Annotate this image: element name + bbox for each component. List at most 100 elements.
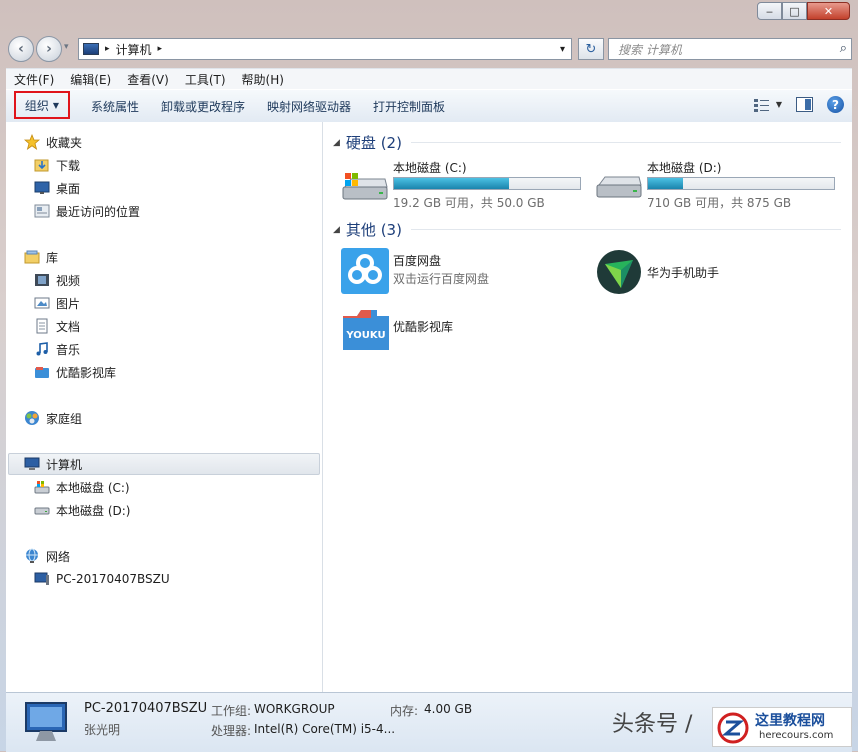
app-name: 优酷影视库 bbox=[393, 320, 454, 334]
navigation-bar: ‹ › ▾ ▸ 计算机 ▸ ▾ ↻ 搜索 计算机 ⌕ bbox=[6, 32, 852, 64]
search-input[interactable]: 搜索 计算机 ⌕ bbox=[608, 38, 852, 60]
watermark-logo-icon bbox=[717, 712, 749, 744]
nav-music[interactable]: 音乐 bbox=[34, 339, 80, 359]
network-computer-icon bbox=[34, 572, 49, 585]
breadcrumb-chevron-icon[interactable]: ▸ bbox=[158, 44, 163, 54]
minimize-button[interactable]: ‒ bbox=[757, 2, 782, 20]
usage-fill bbox=[648, 178, 684, 189]
dropdown-arrow-icon: ▼ bbox=[52, 100, 60, 110]
drive-icon bbox=[34, 507, 50, 515]
back-button[interactable]: ‹ bbox=[8, 36, 34, 62]
nav-documents[interactable]: 文档 bbox=[34, 316, 80, 336]
group-title: 其他 (3) bbox=[345, 221, 402, 239]
computer-large-icon bbox=[25, 702, 67, 741]
breadcrumb-computer[interactable]: 计算机 bbox=[116, 41, 152, 58]
nav-network-pc[interactable]: PC-20170407BSZU bbox=[34, 569, 170, 589]
address-dropdown-icon[interactable]: ▾ bbox=[560, 44, 565, 55]
drive-free-space: 710 GB 可用，共 875 GB bbox=[647, 196, 792, 210]
nav-label: 计算机 bbox=[46, 457, 83, 472]
watermark-left: 头条号 / bbox=[612, 712, 693, 737]
menu-view[interactable]: 查看(V) bbox=[119, 71, 177, 88]
open-control-panel-button[interactable]: 打开控制面板 bbox=[362, 90, 456, 122]
recent-places-icon bbox=[34, 204, 50, 218]
nav-downloads[interactable]: 下载 bbox=[34, 155, 80, 175]
nav-favorites[interactable]: 收藏夹 bbox=[24, 132, 82, 152]
menu-edit[interactable]: 编辑(E) bbox=[62, 71, 119, 88]
huawei-assistant-icon bbox=[597, 250, 641, 294]
view-dropdown-icon: ▼ bbox=[775, 100, 782, 109]
menu-file[interactable]: 文件(F) bbox=[6, 71, 62, 88]
recent-pages-dropdown-icon[interactable]: ▾ bbox=[64, 42, 69, 52]
video-icon bbox=[35, 274, 49, 286]
computer-icon bbox=[83, 43, 99, 55]
menu-help[interactable]: 帮助(H) bbox=[234, 71, 292, 88]
computer-name: PC-20170407BSZU bbox=[84, 701, 208, 716]
drive-d[interactable]: 本地磁盘 (D:) 710 GB 可用，共 875 GB bbox=[595, 159, 845, 213]
app-youku-library[interactable]: YOUKU 优酷影视库 bbox=[341, 306, 591, 354]
nav-label: 音乐 bbox=[56, 342, 81, 357]
caption-buttons: ‒ □ ✕ bbox=[757, 2, 850, 20]
uninstall-program-button[interactable]: 卸载或更改程序 bbox=[150, 90, 256, 122]
app-description: 双击运行百度网盘 bbox=[393, 272, 490, 286]
libraries-icon bbox=[24, 250, 40, 264]
toolbar-right: ▼ ? bbox=[753, 96, 844, 113]
nav-computer[interactable]: 计算机 bbox=[24, 454, 82, 474]
help-icon[interactable]: ? bbox=[827, 96, 844, 113]
refresh-button[interactable]: ↻ bbox=[578, 38, 604, 60]
organize-button[interactable]: 组织 ▼ bbox=[14, 91, 70, 119]
app-huawei-assistant[interactable]: 华为手机助手 bbox=[595, 248, 845, 296]
system-drive-icon bbox=[34, 481, 50, 494]
app-baidu-netdisk[interactable]: 百度网盘 双击运行百度网盘 bbox=[341, 248, 591, 296]
preview-pane-icon[interactable] bbox=[796, 97, 813, 112]
memory-value: 4.00 GB bbox=[424, 702, 473, 716]
star-icon bbox=[24, 134, 40, 150]
nav-label: 家庭组 bbox=[46, 411, 83, 426]
organize-label: 组织 bbox=[24, 98, 49, 113]
nav-youku-library[interactable]: 优酷影视库 bbox=[34, 362, 116, 382]
nav-network[interactable]: 网络 bbox=[24, 546, 70, 566]
map-network-drive-button[interactable]: 映射网络驱动器 bbox=[256, 90, 362, 122]
breadcrumb-separator-icon[interactable]: ▸ bbox=[105, 44, 110, 54]
desktop-icon bbox=[34, 181, 50, 194]
nav-label: 视频 bbox=[56, 273, 81, 288]
app-name: 华为手机助手 bbox=[647, 266, 720, 280]
address-bar[interactable]: ▸ 计算机 ▸ ▾ bbox=[78, 38, 572, 60]
nav-drive-d[interactable]: 本地磁盘 (D:) bbox=[34, 500, 130, 520]
nav-label: 文档 bbox=[56, 319, 81, 334]
nav-desktop[interactable]: 桌面 bbox=[34, 178, 80, 198]
close-button[interactable]: ✕ bbox=[807, 2, 850, 20]
forward-button[interactable]: › bbox=[36, 36, 62, 62]
search-icon[interactable]: ⌕ bbox=[840, 41, 847, 56]
search-placeholder: 搜索 计算机 bbox=[618, 42, 682, 57]
navigation-pane: 收藏夹 下载 桌面 最近访问的位置 库 视频 图片 文档 音乐 优酷影视库 家庭… bbox=[6, 122, 323, 692]
nav-recent-places[interactable]: 最近访问的位置 bbox=[34, 201, 140, 221]
user-name: 张光明 bbox=[84, 723, 121, 737]
explorer-window: ‒ □ ✕ ‹ › ▾ ▸ 计算机 ▸ ▾ ↻ 搜索 计算机 ⌕ 文件(F) 编… bbox=[0, 0, 858, 752]
maximize-button[interactable]: □ bbox=[782, 2, 807, 20]
memory-label: 内存: bbox=[390, 704, 419, 718]
content-pane: ◢ 硬盘 (2) 本地磁盘 (C:) 19.2 GB 可用，共 50.0 GB … bbox=[323, 122, 852, 692]
nav-label: 库 bbox=[46, 250, 59, 265]
drive-c[interactable]: 本地磁盘 (C:) 19.2 GB 可用，共 50.0 GB bbox=[341, 159, 591, 213]
view-list-icon bbox=[753, 98, 769, 112]
nav-label: 图片 bbox=[56, 296, 81, 311]
change-view-button[interactable]: ▼ bbox=[753, 98, 782, 112]
drive-name: 本地磁盘 (C:) bbox=[393, 161, 467, 175]
nav-drive-c[interactable]: 本地磁盘 (C:) bbox=[34, 477, 130, 497]
cpu-label: 处理器: bbox=[211, 724, 252, 738]
nav-videos[interactable]: 视频 bbox=[34, 270, 80, 290]
group-divider bbox=[411, 142, 841, 143]
nav-label: PC-20170407BSZU bbox=[56, 572, 170, 586]
watermark-title: 这里教程网 bbox=[755, 713, 825, 729]
nav-label: 本地磁盘 (D:) bbox=[56, 503, 131, 518]
group-header-hard-disks[interactable]: ◢ 硬盘 (2) bbox=[333, 132, 402, 153]
drive-name: 本地磁盘 (D:) bbox=[647, 161, 722, 175]
collapse-icon: ◢ bbox=[333, 224, 340, 235]
system-drive-icon bbox=[342, 173, 388, 200]
nav-pictures[interactable]: 图片 bbox=[34, 293, 80, 313]
nav-homegroup[interactable]: 家庭组 bbox=[24, 408, 82, 428]
group-header-other[interactable]: ◢ 其他 (3) bbox=[333, 219, 402, 240]
menu-tools[interactable]: 工具(T) bbox=[177, 71, 234, 88]
nav-libraries[interactable]: 库 bbox=[24, 247, 58, 267]
homegroup-icon bbox=[25, 411, 39, 425]
